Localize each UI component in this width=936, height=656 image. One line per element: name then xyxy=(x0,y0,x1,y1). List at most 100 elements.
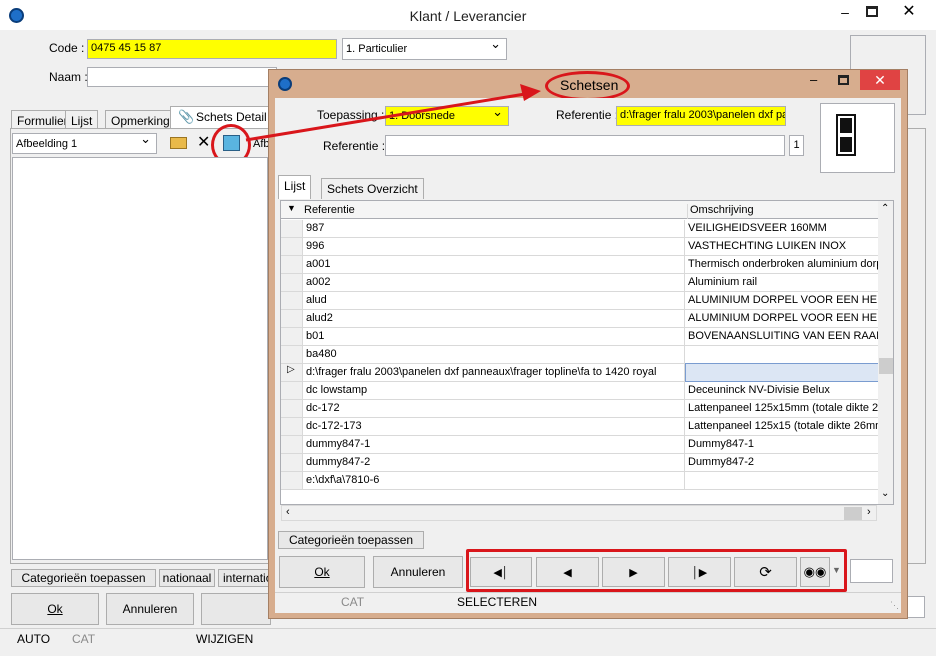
close-icon[interactable]: ✕ xyxy=(897,3,921,21)
internationaal-button[interactable]: internation xyxy=(218,569,270,587)
table-row[interactable]: alud2 ALUMINIUM DORPEL VOOR EEN HEF xyxy=(281,310,878,328)
cell-omschrijving[interactable]: Thermisch onderbroken aluminium dorpel xyxy=(686,256,878,273)
cell-referentie[interactable]: e:\dxf\a\7810-6 xyxy=(304,472,685,489)
row-indicator[interactable] xyxy=(281,346,303,363)
cell-omschrijving[interactable]: Lattenpaneel 125x15 (totale dikte 26mm) xyxy=(686,418,878,435)
cell-omschrijving[interactable]: VASTHECHTING LUIKEN INOX xyxy=(686,238,878,255)
table-row[interactable]: alud ALUMINIUM DORPEL VOOR EEN HEF xyxy=(281,292,878,310)
delete-icon[interactable]: ✕ xyxy=(197,132,210,152)
main-right-field[interactable] xyxy=(905,596,925,618)
table-row[interactable]: 987 VEILIGHEIDSVEER 160MM xyxy=(281,220,878,238)
resize-grip-icon[interactable]: ⋱ xyxy=(890,600,899,611)
row-indicator[interactable] xyxy=(281,310,303,327)
row-indicator[interactable] xyxy=(281,454,303,471)
cell-omschrijving[interactable]: VEILIGHEIDSVEER 160MM xyxy=(686,220,878,237)
table-row[interactable]: dummy847-1 Dummy847-1 xyxy=(281,436,878,454)
main-ok-button[interactable]: Ok xyxy=(11,593,99,625)
row-indicator[interactable] xyxy=(281,238,303,255)
cell-referentie[interactable]: dummy847-2 xyxy=(304,454,685,471)
dialog-record-field[interactable] xyxy=(850,559,893,583)
row-indicator[interactable] xyxy=(281,256,303,273)
table-row[interactable]: b01 BOVENAANSLUITING VAN EEN RAAM xyxy=(281,328,878,346)
grid-hscroll[interactable]: ‹ › xyxy=(281,505,877,521)
cell-omschrijving[interactable]: Lattenpaneel 125x15mm (totale dikte 26mm… xyxy=(686,400,878,417)
cell-omschrijving[interactable]: Dummy847-2 xyxy=(686,454,878,471)
dialog-maximize-icon[interactable] xyxy=(838,75,849,85)
table-row[interactable]: ▷ d:\frager fralu 2003\panelen dxf pannea… xyxy=(281,363,879,382)
table-row[interactable]: a001 Thermisch onderbroken aluminium dorp… xyxy=(281,256,878,274)
referentie-field[interactable] xyxy=(385,135,785,156)
open-folder-icon[interactable] xyxy=(170,137,187,149)
cell-referentie[interactable]: dummy847-1 xyxy=(304,436,685,453)
cell-referentie[interactable]: a001 xyxy=(304,256,685,273)
naam-field[interactable] xyxy=(87,67,277,87)
sort-arrow-icon[interactable]: ▼ xyxy=(287,203,296,213)
cell-omschrijving[interactable]: Deceuninck NV-Divisie Belux xyxy=(686,382,878,399)
row-indicator[interactable] xyxy=(281,382,303,399)
cell-omschrijving[interactable]: BOVENAANSLUITING VAN EEN RAAM xyxy=(686,328,878,345)
row-indicator[interactable]: ▷ xyxy=(281,364,303,381)
cell-omschrijving[interactable]: Aluminium rail xyxy=(686,274,878,291)
col-header-omschrijving[interactable]: Omschrijving xyxy=(687,204,754,219)
dialog-tab-overzicht[interactable]: Schets Overzicht xyxy=(321,178,424,199)
cell-referentie[interactable]: dc-172 xyxy=(304,400,685,417)
row-indicator[interactable] xyxy=(281,328,303,345)
grid-vscroll[interactable]: ⌃ ⌄ xyxy=(878,201,893,504)
maximize-icon[interactable] xyxy=(866,6,878,17)
nationaal-button[interactable]: nationaal xyxy=(159,569,215,587)
cell-omschrijving[interactable] xyxy=(686,472,878,489)
scroll-thumb[interactable] xyxy=(879,358,893,374)
row-indicator[interactable] xyxy=(281,400,303,417)
code-field[interactable]: 0475 45 15 87 xyxy=(87,39,337,59)
row-indicator[interactable] xyxy=(281,292,303,309)
cell-referentie[interactable]: a002 xyxy=(304,274,685,291)
cell-referentie[interactable]: d:\frager fralu 2003\panelen dxf panneau… xyxy=(304,364,685,381)
cell-omschrijving[interactable] xyxy=(685,363,879,382)
table-row[interactable]: 996 VASTHECHTING LUIKEN INOX xyxy=(281,238,878,256)
row-indicator[interactable] xyxy=(281,418,303,435)
row-indicator[interactable] xyxy=(281,436,303,453)
dialog-ok-button[interactable]: Ok xyxy=(279,556,365,588)
referentie-top-field[interactable]: d:\frager fralu 2003\panelen dxf pa xyxy=(616,106,786,126)
cell-omschrijving[interactable] xyxy=(686,346,878,363)
cell-referentie[interactable]: ba480 xyxy=(304,346,685,363)
dialog-tab-lijst[interactable]: Lijst xyxy=(278,175,312,199)
scroll-left-icon[interactable]: ‹ xyxy=(286,506,290,518)
scroll-right-icon[interactable]: › xyxy=(867,506,871,518)
main-categorie-button[interactable]: Categorieën toepassen xyxy=(11,569,156,587)
dialog-minimize-icon[interactable]: – xyxy=(810,72,817,87)
table-row[interactable]: dc-172-173 Lattenpaneel 125x15 (totale di… xyxy=(281,418,878,436)
cell-referentie[interactable]: dc lowstamp xyxy=(304,382,685,399)
table-row[interactable]: dc-172 Lattenpaneel 125x15mm (totale dikt… xyxy=(281,400,878,418)
dialog-annuleren-button[interactable]: Annuleren xyxy=(373,556,463,588)
cell-referentie[interactable]: 996 xyxy=(304,238,685,255)
cell-referentie[interactable]: 987 xyxy=(304,220,685,237)
hscroll-thumb[interactable] xyxy=(844,507,862,520)
afbeelding-select[interactable]: Afbeelding 1 xyxy=(12,133,157,154)
main-blank-button[interactable] xyxy=(201,593,271,625)
minimize-icon[interactable]: – xyxy=(835,4,855,22)
cell-omschrijving[interactable]: Dummy847-1 xyxy=(686,436,878,453)
dialog-close-button[interactable]: ✕ xyxy=(860,70,900,90)
table-row[interactable]: dc lowstamp Deceuninck NV-Divisie Belux xyxy=(281,382,878,400)
main-annuleren-button[interactable]: Annuleren xyxy=(106,593,194,625)
scroll-down-icon[interactable]: ⌄ xyxy=(881,488,889,499)
type-select[interactable]: 1. Particulier xyxy=(342,38,507,60)
cell-omschrijving[interactable]: ALUMINIUM DORPEL VOOR EEN HEF xyxy=(686,292,878,309)
toepassing-select[interactable]: 1. Doorsnede xyxy=(385,106,509,126)
cell-referentie[interactable]: b01 xyxy=(304,328,685,345)
row-indicator[interactable] xyxy=(281,274,303,291)
cell-referentie[interactable]: dc-172-173 xyxy=(304,418,685,435)
cell-referentie[interactable]: alud xyxy=(304,292,685,309)
cell-referentie[interactable]: alud2 xyxy=(304,310,685,327)
table-row[interactable]: a002 Aluminium rail xyxy=(281,274,878,292)
table-row[interactable]: dummy847-2 Dummy847-2 xyxy=(281,454,878,472)
scroll-up-icon[interactable]: ⌃ xyxy=(881,203,889,214)
dialog-categorie-button[interactable]: Categorieën toepassen xyxy=(278,531,424,549)
col-header-referentie[interactable]: Referentie xyxy=(304,204,685,216)
row-indicator[interactable] xyxy=(281,472,303,489)
table-row[interactable]: ba480 xyxy=(281,346,878,364)
row-indicator[interactable] xyxy=(281,220,303,237)
cell-omschrijving[interactable]: ALUMINIUM DORPEL VOOR EEN HEF xyxy=(686,310,878,327)
table-row[interactable]: e:\dxf\a\7810-6 xyxy=(281,472,878,490)
